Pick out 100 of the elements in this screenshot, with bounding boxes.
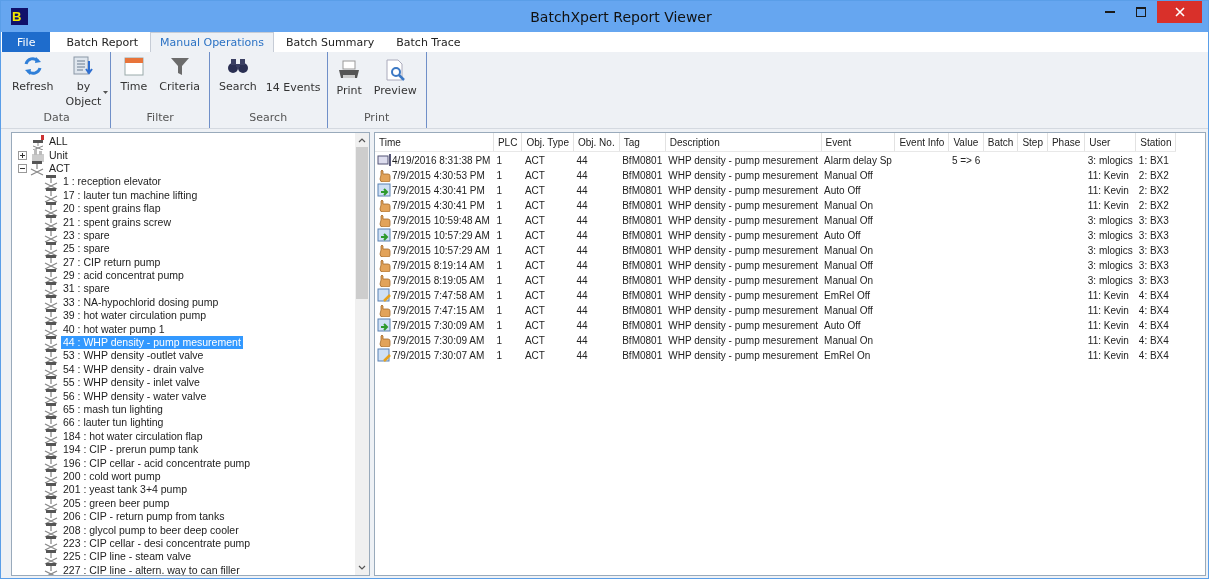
valve-icon [43,294,59,311]
filter-icon [168,55,191,77]
print-button[interactable]: Print [333,55,365,98]
table-cell: WHP density - pump mesurement [668,244,819,256]
table-cell: ACT [524,319,545,331]
ribbon-tab[interactable]: Batch Trace [386,32,471,52]
event-count: 14 Events [265,81,321,94]
column-header[interactable]: Event [821,133,895,152]
tree-item[interactable]: 225 : CIP line - steam valve [61,550,194,564]
criteria-button[interactable]: Criteria [156,55,203,94]
tree-item[interactable]: 205 : green beer pump [61,496,172,510]
ribbon-tab[interactable]: Batch Summary [275,32,385,52]
maximize-icon [1136,7,1146,17]
tree-item[interactable]: 200 : cold wort pump [61,469,163,483]
column-header[interactable]: Obj. No. [573,133,620,152]
expand-toggle[interactable] [18,150,29,160]
tree-item[interactable]: 29 : acid concentrat pump [61,269,186,283]
column-header[interactable]: Time [375,133,494,152]
table-cell: 3: mlogics [1087,244,1133,256]
valve-icon [43,281,59,297]
table-cell: 44 [576,154,588,166]
tree-item[interactable]: 54 : WHP density - drain valve [61,362,207,376]
preview-button[interactable]: Preview [370,55,420,98]
tree-item[interactable]: 196 : CIP cellar - acid concentrate pump [61,456,253,470]
table-cell: 1: BX1 [1138,154,1169,166]
tree-item[interactable]: 208 : glycol pump to beer deep cooler [61,523,241,537]
tree-item[interactable]: Unit [47,148,70,162]
collapse-toggle[interactable] [18,163,29,173]
column-header[interactable]: Phase [1047,133,1085,152]
tree-item[interactable]: 223 : CIP cellar - desi concentrate pump [61,536,253,550]
column-header[interactable]: Obj. Type [521,133,574,152]
ribbon-tab[interactable]: Batch Report [56,32,148,52]
valve-icon [43,227,59,244]
column-header[interactable]: User [1084,133,1136,152]
refresh-button[interactable]: Refresh [9,55,57,94]
table-cell: ACT [524,214,545,226]
tree-item[interactable]: 55 : WHP density - inlet valve [61,376,202,390]
tree-item[interactable]: 39 : hot water circulation pump [61,309,208,323]
tree-item[interactable]: 17 : lauter tun machine lifting [61,188,200,202]
by-object-button[interactable]: by Object [62,55,105,109]
table-cell: 7/9/2015 8:19:05 AM [392,274,485,285]
tree-item[interactable]: 31 : spare [61,282,112,296]
file-menu-tab[interactable]: File [2,32,51,52]
table-cell: 7/9/2015 8:19:14 AM [392,259,485,270]
table-cell: 4: BX4 [1138,319,1169,331]
tree-item[interactable]: 194 : CIP - prerun pump tank [61,443,201,457]
tree-item[interactable]: 65 : mash tun lighting [61,403,165,416]
table-cell: 7/9/2015 10:57:29 AM [392,244,490,255]
tree-item[interactable]: 21 : spent grains screw [61,215,173,229]
tree-item[interactable]: 40 : hot water pump 1 [61,322,167,336]
column-header[interactable]: Description [665,133,822,152]
hand-icon [377,272,391,287]
table-cell: 3: BX3 [1138,274,1169,286]
close-icon [1174,7,1185,17]
column-header[interactable]: Step [1017,133,1048,152]
scrollbar[interactable] [355,133,369,575]
valve-icon [43,214,59,231]
table-cell: ACT [524,154,545,166]
table-cell: 1 [496,334,502,346]
valve-icon [43,441,59,458]
table-cell: 4: BX4 [1138,334,1169,346]
column-header[interactable]: PLC [493,133,522,152]
column-header[interactable]: Station [1135,133,1176,152]
tree-item[interactable]: 53 : WHP density -outlet valve [61,349,206,363]
tree-item[interactable]: 56 : WHP density - water valve [61,389,209,403]
tree-item[interactable]: 25 : spare [61,242,112,256]
table-cell: 7/9/2015 7:47:58 AM [392,289,485,300]
tree-item[interactable]: 227 : CIP line - altern. way to can filler [61,563,242,575]
ribbon-tab[interactable]: Manual Operations [150,32,274,52]
table-cell: 44 [576,304,588,316]
tree-item[interactable]: 201 : yeast tank 3+4 pump [61,483,190,497]
tree-item[interactable]: 33 : NA-hypochlorid dosing pump [61,295,221,309]
table-cell: ACT [524,199,545,211]
table-cell: Alarm delay Sp [824,154,892,166]
tree-item[interactable]: 206 : CIP - return pump from tanks [61,510,227,524]
tree-item[interactable]: ALL [47,135,70,149]
table-cell: 44 [576,184,588,196]
column-header[interactable]: Event Info [894,133,949,152]
tree-item[interactable]: 184 : hot water circulation flap [61,429,205,443]
table-cell: 1 [496,154,502,166]
valve-icon [43,401,59,418]
table-cell: 7/9/2015 7:47:15 AM [392,304,485,315]
column-header[interactable]: Value [948,133,984,152]
tree-item[interactable]: 27 : CIP return pump [61,255,163,269]
table-cell: 11: Kevin [1087,184,1129,196]
column-header[interactable]: Tag [619,133,666,152]
tree-item[interactable]: 1 : reception elevator [61,175,164,189]
ribbon-group-label: Filter [146,111,174,126]
valve-icon [43,187,59,204]
tree-item[interactable]: ACT [47,161,72,175]
table-cell: EmRel On [824,349,871,361]
search-button[interactable]: Search [215,55,260,94]
column-header[interactable]: Batch [983,133,1018,152]
tree-item[interactable]: 23 : spare [61,228,112,242]
table-cell: BfM0801 [622,154,663,166]
tree-item[interactable]: 20 : spent grains flap [61,202,163,216]
time-button[interactable]: Time [117,55,151,94]
table-cell: 44 [576,229,588,241]
minus-icon [18,163,27,173]
tree-item[interactable]: 66 : lauter tun lighting [61,416,166,430]
